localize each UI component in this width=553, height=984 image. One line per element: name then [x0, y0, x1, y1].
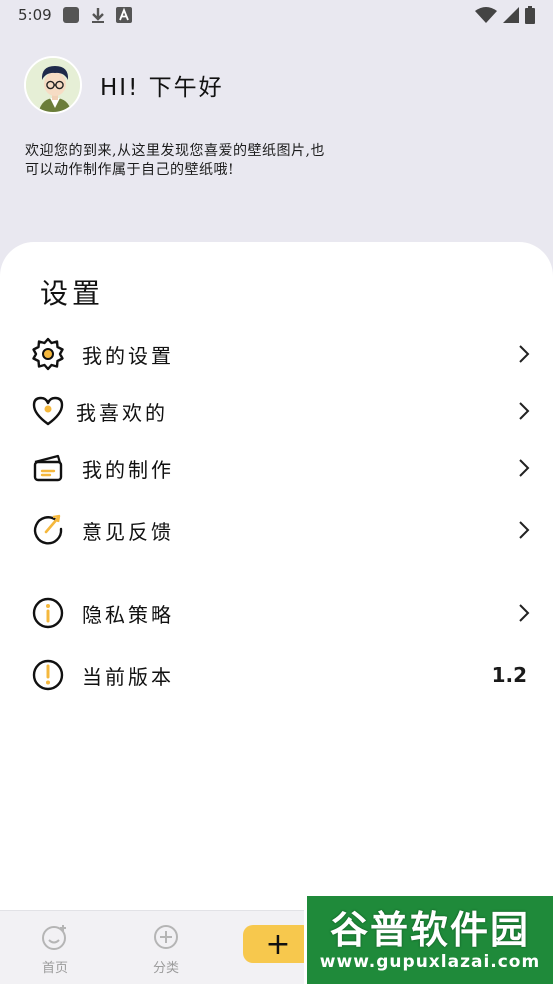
heart-icon	[26, 389, 70, 433]
status-bar: 5:09	[0, 0, 553, 30]
signal-icon	[503, 7, 519, 23]
menu-item-label: 我的制作	[82, 457, 174, 482]
chevron-right-icon	[517, 401, 531, 421]
welcome-message: 欢迎您的到来,从这里发现您喜爱的壁纸图片,也可以动作制作属于自己的壁纸哦!	[25, 143, 325, 178]
wifi-icon	[475, 7, 497, 23]
app-notification-icon	[62, 6, 80, 24]
menu-item-current-version[interactable]: 当前版本 1.2	[26, 649, 531, 701]
gear-icon	[26, 332, 70, 376]
download-icon	[90, 6, 106, 24]
chevron-right-icon	[517, 603, 531, 623]
menu-item-my-settings[interactable]: 我的设置	[26, 328, 531, 380]
settings-card: 设置 我的设置 我喜欢的 我的制作 意见反馈 隐私策略 当前版本 1.2	[0, 242, 553, 910]
alert-icon	[26, 653, 70, 697]
nav-item-home[interactable]: 首页	[25, 923, 85, 976]
menu-item-feedback[interactable]: 意见反馈	[26, 504, 531, 556]
nav-label: 首页	[41, 961, 68, 976]
chevron-right-icon	[517, 520, 531, 540]
settings-title: 设置	[40, 277, 105, 310]
greeting-header: HI! 下午好	[24, 56, 224, 114]
nav-label: 分类	[152, 961, 179, 976]
menu-item-privacy-policy[interactable]: 隐私策略	[26, 587, 531, 639]
menu-item-label: 当前版本	[82, 664, 174, 689]
version-value: 1.2	[491, 663, 527, 687]
menu-item-label: 我喜欢的	[76, 400, 168, 425]
card-icon	[26, 446, 70, 490]
menu-item-label: 我的设置	[82, 343, 174, 368]
add-button[interactable]: +	[243, 925, 313, 963]
nav-item-category[interactable]: 分类	[136, 923, 196, 976]
font-app-icon	[115, 7, 132, 23]
greeting-text: HI! 下午好	[100, 75, 224, 101]
watermark: 谷普软件园 www.gupuxlazai.com	[304, 896, 553, 984]
watermark-brand: 谷普软件园	[329, 908, 530, 952]
category-icon	[152, 923, 180, 955]
menu-item-label: 意见反馈	[82, 519, 174, 544]
menu-item-my-creations[interactable]: 我的制作	[26, 442, 531, 494]
avatar[interactable]	[24, 56, 82, 114]
feedback-icon	[26, 508, 70, 552]
menu-item-label: 隐私策略	[82, 602, 174, 627]
chevron-right-icon	[517, 344, 531, 364]
battery-icon	[525, 6, 535, 24]
home-icon	[41, 923, 69, 955]
menu-item-favorites[interactable]: 我喜欢的	[26, 385, 531, 437]
info-icon	[26, 591, 70, 635]
chevron-right-icon	[517, 458, 531, 478]
status-time: 5:09	[18, 6, 52, 24]
watermark-url: www.gupuxlazai.com	[319, 952, 541, 972]
